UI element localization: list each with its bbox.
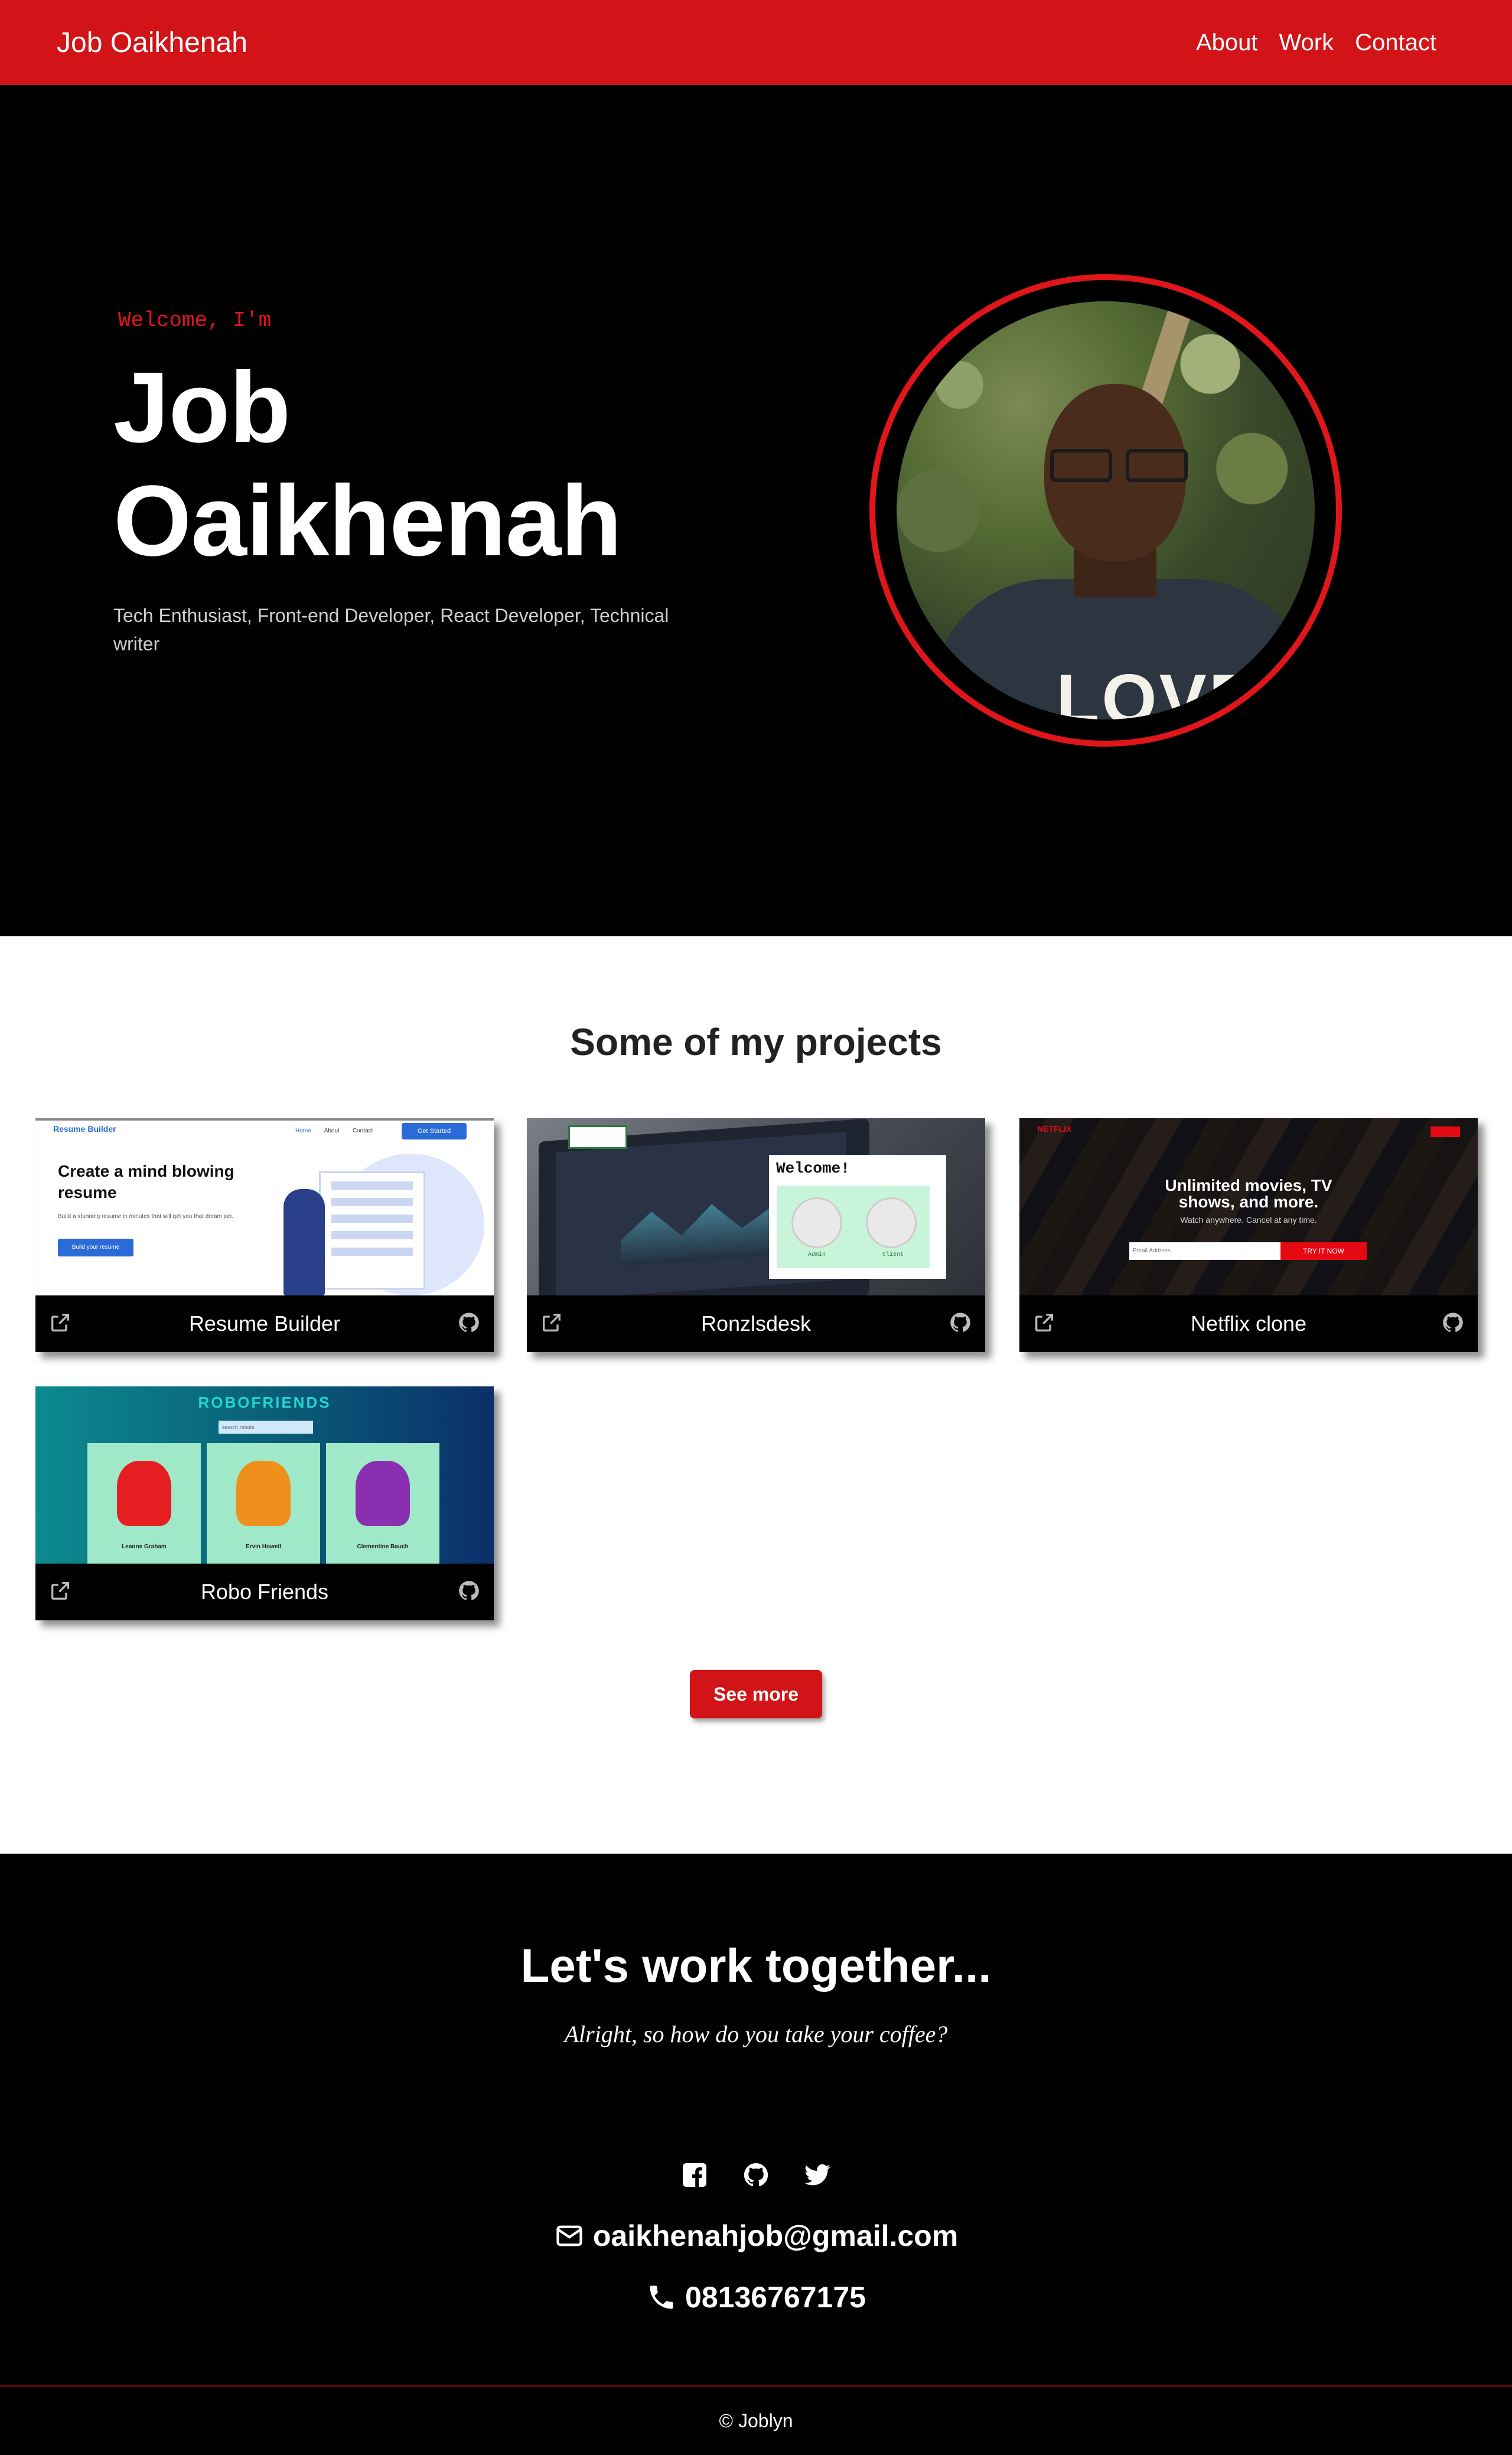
copyright-text: © Joblyn xyxy=(719,2410,793,2431)
project-title: Resume Builder xyxy=(188,1311,341,1336)
nav-links: About Work Contact xyxy=(1196,30,1436,56)
shirt-print: LOVE xyxy=(1056,660,1259,719)
external-link-icon[interactable] xyxy=(540,1311,563,1337)
profile-photo: LOVE xyxy=(897,301,1315,719)
github-icon[interactable] xyxy=(457,1579,481,1606)
thumb-headline: Create a mind blowing resume xyxy=(58,1162,234,1202)
thumb-avatar-label: Admin xyxy=(808,1252,826,1258)
thumb-robot-name: Leanne Graham xyxy=(122,1544,167,1550)
navbar: Job Oaikhenah About Work Contact xyxy=(0,0,1512,85)
contact-title: Let's work together... xyxy=(520,1939,992,1992)
envelope-icon xyxy=(556,2225,582,2246)
thumb-logo: ROBOFRIENDS xyxy=(198,1393,331,1411)
thumb-welcome-text: Welcome! xyxy=(776,1160,850,1177)
github-icon[interactable] xyxy=(949,1311,972,1337)
project-title: Ronzlsdesk xyxy=(700,1311,812,1336)
project-card-footer: Netflix clone xyxy=(1019,1295,1478,1352)
hero-section: Welcome, I'm Job Oaikhenah Tech Enthusia… xyxy=(0,85,1512,936)
thumb-cta: Get Started xyxy=(402,1123,467,1139)
see-more-button[interactable]: See more xyxy=(690,1670,822,1718)
thumb-logo: Resume Builder xyxy=(53,1124,116,1134)
nav-link-contact[interactable]: Contact xyxy=(1355,30,1436,56)
brand-link[interactable]: Job Oaikhenah xyxy=(57,27,247,59)
thumb-nav: Home About Contact xyxy=(295,1128,373,1134)
thumb-text: Build a stunning resume in minutes that … xyxy=(58,1213,233,1220)
phone-icon xyxy=(650,2285,673,2309)
hero-name-first: Job xyxy=(113,351,291,464)
twitter-icon[interactable] xyxy=(803,2161,832,2189)
project-thumbnail[interactable]: Resume Builder Home About Contact Get Star… xyxy=(35,1118,494,1295)
project-card-ronzlsdesk[interactable]: Welcome! Admin Client Ronzlsdesk xyxy=(527,1118,985,1352)
external-link-icon[interactable] xyxy=(1032,1311,1056,1337)
thumb-robot-name: Clementine Bauch xyxy=(357,1544,409,1550)
nav-link-about[interactable]: About xyxy=(1196,30,1258,56)
project-card-resume-builder[interactable]: Resume Builder Home About Contact Get Star… xyxy=(35,1118,494,1352)
social-links xyxy=(0,2161,1512,2189)
hero-name-last: Oaikhenah xyxy=(113,465,622,577)
thumb-headline: Unlimited movies, TV shows, and more. xyxy=(1165,1176,1332,1211)
email-address[interactable]: oaikhenahjob@gmail.com xyxy=(593,2219,958,2253)
project-card-footer: Resume Builder xyxy=(35,1295,494,1352)
thumb-logo: NETFLIX xyxy=(1037,1124,1072,1134)
hero-greeting: Welcome, I'm xyxy=(118,308,272,333)
hero-subtitle: Tech Enthusiast, Front-end Developer, Re… xyxy=(113,605,669,655)
project-card-footer: Robo Friends xyxy=(35,1564,494,1620)
external-link-icon[interactable] xyxy=(48,1579,72,1606)
project-title: Netflix clone xyxy=(1190,1311,1307,1336)
thumb-button: Build your resume xyxy=(58,1239,133,1256)
thumb-avatar-label: Client xyxy=(882,1252,904,1258)
project-title: Robo Friends xyxy=(200,1580,329,1604)
footer: © Joblyn xyxy=(0,2385,1512,2455)
projects-title: Some of my projects xyxy=(570,1021,942,1063)
project-thumbnail[interactable]: NETFLIX Unlimited movies, TV shows, and … xyxy=(1019,1118,1478,1295)
project-thumbnail[interactable]: ROBOFRIENDS search robots Leanne Graham … xyxy=(35,1386,494,1564)
projects-section: Some of my projects Resume Builder Home A… xyxy=(0,936,1512,1854)
profile-photo-frame: LOVE xyxy=(869,274,1342,747)
contact-quote: Alright, so how do you take your coffee? xyxy=(564,2021,948,2047)
thumb-subline: Watch anywhere. Cancel at any time. xyxy=(1180,1215,1317,1225)
contact-section: Let's work together... Alright, so how d… xyxy=(0,1854,1512,2385)
project-card-footer: Ronzlsdesk xyxy=(527,1295,985,1352)
github-icon[interactable] xyxy=(1441,1311,1465,1337)
phone-number[interactable]: 08136767175 xyxy=(685,2280,866,2314)
github-icon[interactable] xyxy=(742,2161,770,2189)
project-card-netflix-clone[interactable]: NETFLIX Unlimited movies, TV shows, and … xyxy=(1019,1118,1478,1352)
facebook-icon[interactable] xyxy=(680,2161,709,2189)
nav-link-work[interactable]: Work xyxy=(1279,30,1334,56)
phone-contact[interactable]: 08136767175 xyxy=(0,2280,1512,2314)
email-contact[interactable]: oaikhenahjob@gmail.com xyxy=(0,2219,1512,2253)
hero-name: Job Oaikhenah xyxy=(113,351,622,578)
project-thumbnail[interactable]: Welcome! Admin Client xyxy=(527,1118,985,1295)
thumb-search: search robots xyxy=(219,1421,313,1434)
thumb-welcome-card: Welcome! Admin Client xyxy=(769,1155,946,1279)
thumb-robot-name: Ervin Howell xyxy=(245,1544,281,1550)
project-card-robo-friends[interactable]: ROBOFRIENDS search robots Leanne Graham … xyxy=(35,1386,494,1620)
thumb-button: TRY IT NOW xyxy=(1280,1242,1367,1260)
thumb-email-field: Email Address xyxy=(1129,1242,1280,1260)
github-icon[interactable] xyxy=(457,1311,481,1337)
external-link-icon[interactable] xyxy=(48,1311,72,1337)
